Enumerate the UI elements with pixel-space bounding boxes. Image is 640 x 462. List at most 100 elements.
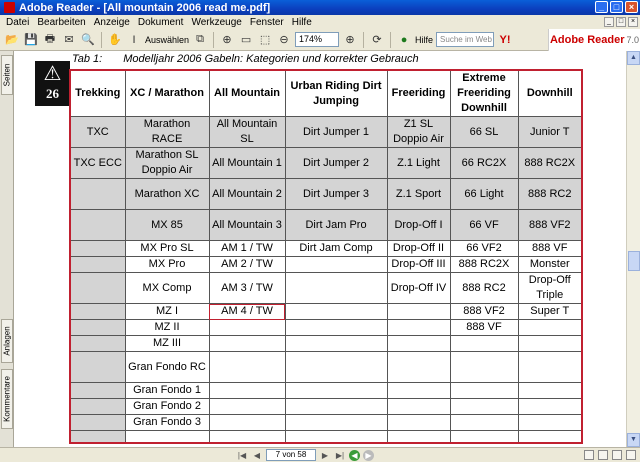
header-xc-marathon: XC / Marathon: [124, 69, 210, 117]
table-cell: [284, 335, 388, 352]
table-cell: [517, 319, 583, 336]
next-page-icon[interactable]: ▶: [319, 450, 331, 461]
zoom-field[interactable]: 174%: [295, 32, 340, 47]
table-row: Gran Fondo RC: [69, 351, 583, 383]
warning-marker: ⚠ 26: [35, 61, 70, 106]
table-cell: Drop-Off III: [386, 256, 451, 273]
menu-werkzeuge[interactable]: Werkzeuge: [187, 17, 245, 28]
print-icon[interactable]: 🖶: [42, 32, 58, 48]
table-cell: MZ II: [124, 319, 210, 336]
tab-seiten[interactable]: Seiten: [1, 55, 13, 95]
table-cell: [517, 398, 583, 415]
table-row: Gran Fondo 3: [69, 414, 583, 431]
table-row: MX Comp AM 3 / TW Drop-Off IV 888 RC2 Drop-O…: [69, 272, 583, 304]
table-cell: AM 1 / TW: [208, 240, 286, 257]
document-view[interactable]: ⚠ 26 Tab 1: Modelljahr 2006 Gabeln: Kate…: [14, 51, 626, 447]
table-cell: [208, 382, 286, 399]
table-cell: Drop-Off IV: [386, 272, 451, 304]
zoom-out-icon[interactable]: ⊖: [276, 32, 292, 48]
table-cell: All Mountain 2: [208, 178, 286, 210]
table-cell: Dirt Jam Comp: [284, 240, 388, 257]
scroll-thumb[interactable]: [628, 251, 640, 271]
menu-bearbeiten[interactable]: Bearbeiten: [33, 17, 89, 28]
page-indicator[interactable]: 7 von 58: [266, 449, 316, 461]
search-icon[interactable]: 🔍: [80, 32, 96, 48]
menu-fenster[interactable]: Fenster: [246, 17, 288, 28]
table-cell: AM 4 / TW: [208, 303, 286, 320]
status-bar: |◀ ◀ 7 von 58 ▶ ▶| ◀ ▶: [0, 447, 640, 462]
table-cell: TXC: [69, 116, 126, 148]
minimize-button[interactable]: _: [595, 1, 608, 13]
table-cell: [284, 319, 388, 336]
table-cell: [284, 351, 388, 383]
help-button[interactable]: Hilfe: [415, 35, 433, 45]
table-cell: 888 VF: [517, 240, 583, 257]
menu-hilfe[interactable]: Hilfe: [288, 17, 316, 28]
help-icon[interactable]: ●: [396, 32, 412, 48]
continuous-icon[interactable]: [598, 450, 608, 460]
table-cell: AM 3 / TW: [208, 272, 286, 304]
table-cell: [69, 382, 126, 399]
prev-page-icon[interactable]: ◀: [251, 450, 263, 461]
open-icon[interactable]: 📂: [4, 32, 20, 48]
brand-name: Adobe Reader: [549, 34, 625, 46]
table-cell: [386, 398, 451, 415]
menu-anzeige[interactable]: Anzeige: [90, 17, 134, 28]
menu-datei[interactable]: Datei: [2, 17, 33, 28]
last-page-icon[interactable]: ▶|: [334, 450, 346, 461]
save-icon[interactable]: 💾: [23, 32, 39, 48]
yahoo-icon[interactable]: Y!: [497, 32, 513, 48]
facing-icon[interactable]: [612, 450, 622, 460]
navigation-panel: Seiten Anlagen Kommentare: [0, 51, 14, 447]
select-icon[interactable]: I: [126, 32, 142, 48]
maximize-button[interactable]: □: [610, 1, 623, 13]
table-cell: [386, 414, 451, 431]
go-forward-icon[interactable]: ▶: [363, 449, 374, 461]
table-cell: Drop-Off Triple: [517, 272, 583, 304]
table-body: TXC Marathon RACE All Mountain SL Dirt Jump…: [69, 116, 583, 443]
table-cell: [449, 430, 519, 443]
close-button[interactable]: ×: [625, 1, 638, 13]
doc-close-button[interactable]: ×: [628, 17, 638, 27]
table-cell: 888 VF2: [517, 209, 583, 241]
hand-icon[interactable]: ✋: [107, 32, 123, 48]
table-cell: Z.1 Light: [386, 147, 451, 179]
zoom-icon[interactable]: ⊕: [219, 32, 235, 48]
fit-page-icon[interactable]: ⬚: [257, 32, 273, 48]
web-search-input[interactable]: Suche im Web: [436, 32, 495, 47]
table-cell: AM 2 / TW: [208, 256, 286, 273]
table-row: MX Pro SL AM 1 / TW Dirt Jam Comp Drop-Off …: [69, 240, 583, 257]
table-row: MX 85 All Mountain 3 Dirt Jam Pro Drop-Off …: [69, 209, 583, 241]
go-back-icon[interactable]: ◀: [349, 449, 360, 461]
table-cell: Z1 SL Doppio Air: [386, 116, 451, 148]
zoom-in-icon[interactable]: ⊕: [342, 32, 358, 48]
table-cell: [449, 382, 519, 399]
table-cell: [69, 335, 126, 352]
select-tool-label[interactable]: Auswählen: [145, 35, 189, 45]
table-cell: 888 RC2: [449, 272, 519, 304]
actual-size-icon[interactable]: ▭: [238, 32, 254, 48]
table-row: [69, 430, 583, 443]
header-freeriding: Freeriding: [386, 69, 451, 117]
doc-restore-button[interactable]: □: [616, 17, 626, 27]
snapshot-icon[interactable]: ⧉: [192, 32, 208, 48]
scroll-up-icon[interactable]: ▲: [627, 51, 640, 65]
tab-kommentare[interactable]: Kommentare: [1, 369, 13, 429]
table-cell: [449, 398, 519, 415]
table-cell: MZ III: [124, 335, 210, 352]
scroll-down-icon[interactable]: ▼: [627, 433, 640, 447]
table-cell: [386, 382, 451, 399]
rotate-icon[interactable]: ⟳: [369, 32, 385, 48]
vertical-scrollbar[interactable]: ▲ ▼: [626, 51, 640, 447]
menu-dokument[interactable]: Dokument: [134, 17, 188, 28]
email-icon[interactable]: ✉: [61, 32, 77, 48]
page-layout-buttons: [584, 450, 636, 460]
table-cell: All Mountain SL: [208, 116, 286, 148]
single-page-icon[interactable]: [584, 450, 594, 460]
tab-anlagen[interactable]: Anlagen: [1, 319, 13, 363]
doc-minimize-button[interactable]: _: [604, 17, 614, 27]
first-page-icon[interactable]: |◀: [236, 450, 248, 461]
table-cell: Drop-Off II: [386, 240, 451, 257]
continuous-facing-icon[interactable]: [626, 450, 636, 460]
table-cell: [517, 382, 583, 399]
